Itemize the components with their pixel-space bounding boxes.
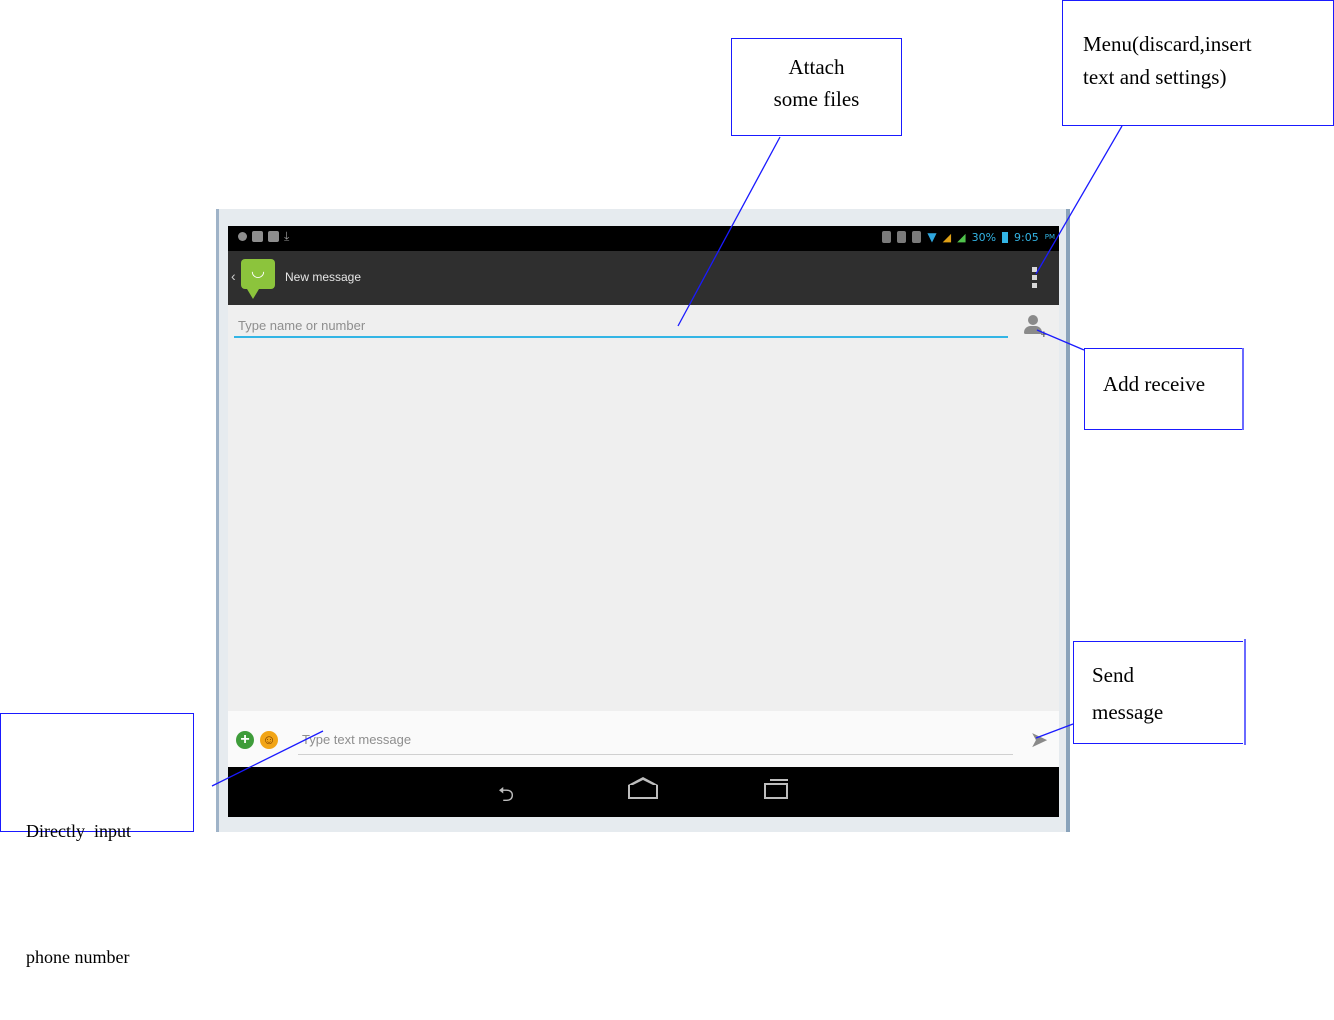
direct-input-leader-line [211, 730, 324, 787]
callout-menu: Menu(discard,insert text and settings) [1062, 0, 1334, 126]
callout-attach-line-2: some files [773, 87, 860, 111]
callout-menu-line-2: text and settings) [1083, 65, 1227, 89]
callout-send-line-1: Send [1092, 663, 1134, 687]
callout-attach-line-1: Attach [788, 55, 845, 79]
callout-direct-input-line-2: phone number [26, 947, 130, 967]
callout-send-line-2: message [1092, 700, 1164, 724]
callout-direct-input: Directly input phone number [0, 713, 194, 967]
send-leader-line [1035, 723, 1074, 739]
callout-attach: Attach some files [731, 38, 902, 136]
menu-leader-line [1035, 125, 1123, 275]
callout-menu-line-1: Menu(discard,insert [1083, 32, 1252, 56]
callout-direct-input-line-1: Directly input [26, 821, 131, 841]
attach-leader-line [677, 136, 781, 327]
add-receiver-leader-line [1036, 329, 1085, 351]
callout-add-receiver: Add receive [1084, 348, 1242, 430]
callout-add-receiver-text: Add receive [1103, 372, 1206, 396]
callout-send: Send message [1073, 641, 1243, 744]
